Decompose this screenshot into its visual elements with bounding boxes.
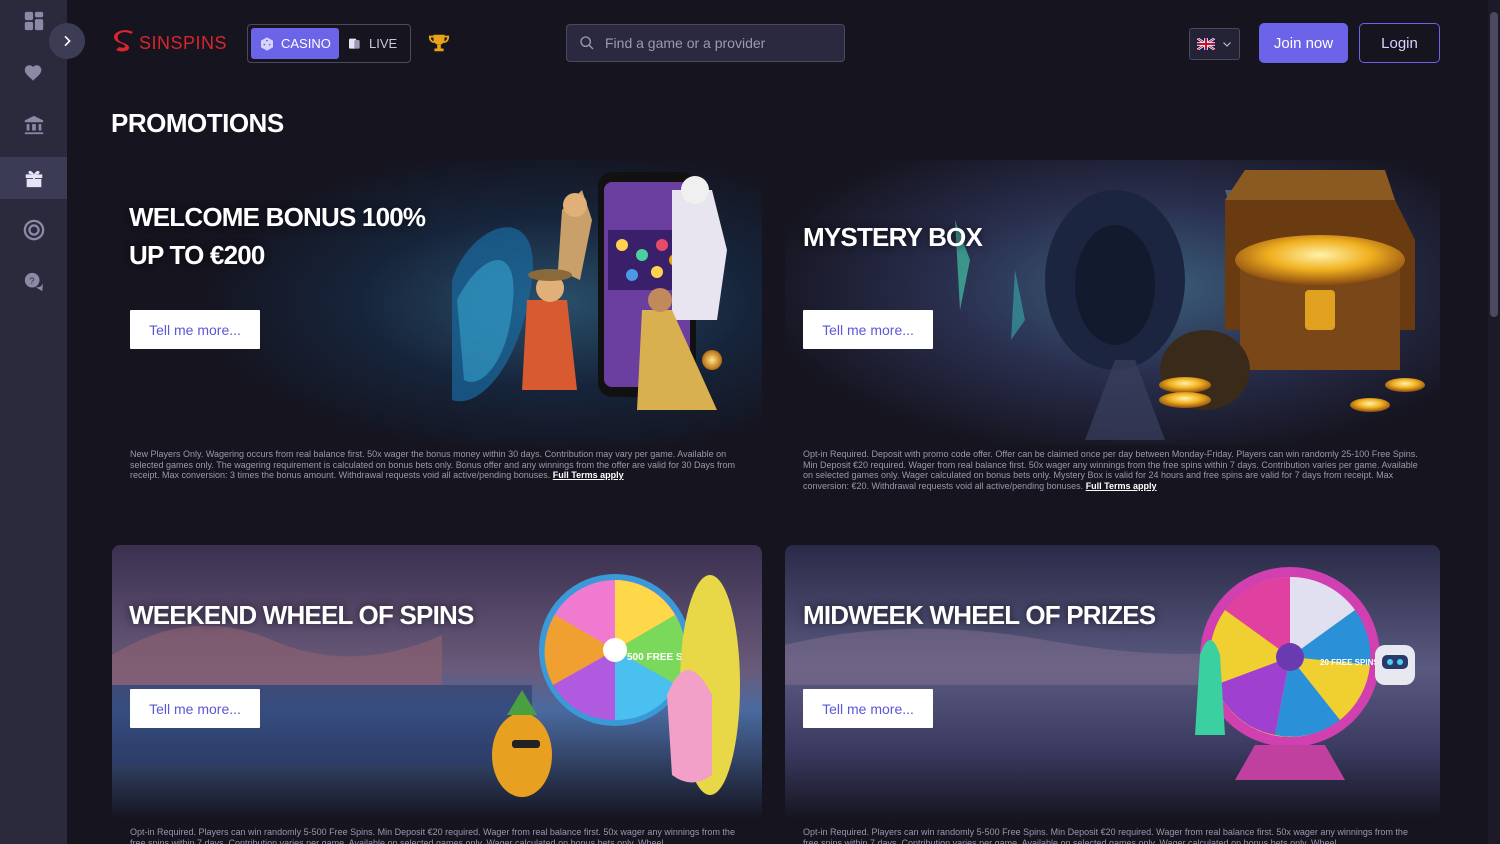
mystery-box-banner-image <box>785 160 1440 445</box>
sidebar-item-tournaments[interactable] <box>0 209 67 251</box>
tab-casino-label: CASINO <box>281 36 331 51</box>
full-terms-link[interactable]: Full Terms apply <box>553 470 624 480</box>
sidebar-item-promotions[interactable] <box>0 157 67 199</box>
chevron-down-icon <box>1222 42 1231 47</box>
heart-icon <box>24 65 41 82</box>
promo-title: WELCOME BONUS 100% UP TO €200 <box>129 202 426 270</box>
scrollbar-thumb[interactable] <box>1490 12 1498 317</box>
support-chat-icon: ? <box>24 272 43 292</box>
midweek-wheel-banner-image: 20 FREE SPINS <box>785 545 1440 820</box>
bank-icon <box>24 115 43 135</box>
promo-terms: Opt-in Required. Deposit with promo code… <box>803 449 1423 491</box>
weekend-wheel-banner-image: 500 FREE SPINS <box>112 545 762 820</box>
wheel-label-20: 20 FREE SPINS <box>1320 658 1379 667</box>
svg-text:?: ? <box>29 276 34 286</box>
promo-terms-text: New Players Only. Wagering occurs from r… <box>130 449 735 480</box>
sidebar: ? <box>0 0 67 844</box>
promo-terms-text: Opt-in Required. Players can win randoml… <box>803 827 1408 844</box>
dashboard-icon <box>24 11 43 31</box>
tab-casino[interactable]: CASINO <box>251 28 339 59</box>
chevron-right-icon <box>64 35 71 47</box>
promo-terms: Opt-in Required. Players can win randoml… <box>130 827 750 844</box>
tell-me-more-button[interactable]: Tell me more... <box>803 310 933 349</box>
login-button[interactable]: Login <box>1359 23 1440 63</box>
page-title: PROMOTIONS <box>111 108 284 138</box>
tab-live[interactable]: LIVE <box>339 28 405 59</box>
sidebar-item-support[interactable]: ? <box>0 261 67 303</box>
brand-logo[interactable]: SINSPINS <box>113 30 227 56</box>
tell-me-more-button[interactable]: Tell me more... <box>803 689 933 728</box>
page-scrollbar[interactable] <box>1488 0 1500 844</box>
search-input[interactable] <box>605 35 825 51</box>
promo-terms-text: Opt-in Required. Players can win randoml… <box>130 827 735 844</box>
language-selector[interactable] <box>1189 28 1240 60</box>
target-icon <box>23 219 44 241</box>
sidebar-item-favourites[interactable] <box>0 52 67 94</box>
tell-me-more-button[interactable]: Tell me more... <box>130 310 260 349</box>
join-now-button[interactable]: Join now <box>1259 23 1348 63</box>
promo-terms: Opt-in Required. Players can win randoml… <box>803 827 1423 844</box>
logo-text: SINSPINS <box>139 32 228 53</box>
uk-flag-icon <box>1196 38 1215 50</box>
promo-title: MIDWEEK WHEEL OF PRIZES <box>803 600 1156 630</box>
promo-title: MYSTERY BOX <box>803 222 983 252</box>
full-terms-link[interactable]: Full Terms apply <box>1086 481 1157 491</box>
dice-icon <box>261 36 273 51</box>
sidebar-item-cashier[interactable] <box>0 104 67 146</box>
live-cards-icon <box>349 38 360 49</box>
tell-me-more-button[interactable]: Tell me more... <box>130 689 260 728</box>
promo-terms: New Players Only. Wagering occurs from r… <box>130 449 750 481</box>
sidebar-expand-button[interactable] <box>49 23 85 59</box>
gift-icon <box>25 170 42 188</box>
tab-live-label: LIVE <box>369 36 398 51</box>
game-search[interactable] <box>566 24 845 62</box>
search-icon <box>580 36 594 50</box>
promo-title: WEEKEND WHEEL OF SPINS <box>129 600 474 630</box>
trophy-icon[interactable] <box>428 32 450 54</box>
casino-live-switch: CASINO LIVE <box>247 24 411 63</box>
logo-mark-icon <box>114 30 133 52</box>
